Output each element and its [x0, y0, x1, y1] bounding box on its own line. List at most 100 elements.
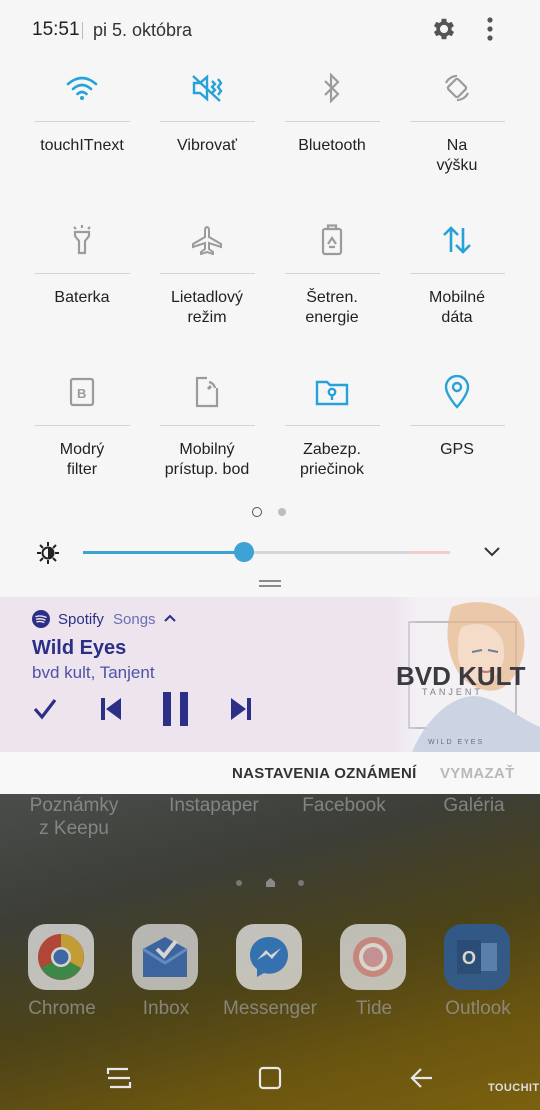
inbox-icon[interactable] — [132, 924, 198, 990]
quick-panel: 15:51 pi 5. októbra touchITnext Vibrovať B… — [0, 0, 540, 597]
media-notification[interactable]: Spotify Songs Wild Eyes bvd kult, Tanjen… — [0, 597, 540, 752]
brightness-track — [244, 551, 408, 554]
album-subtitle-text: TANJENT — [422, 687, 483, 697]
tile-divider — [160, 273, 255, 274]
svg-text:B: B — [77, 386, 86, 401]
rotation-icon — [425, 60, 489, 116]
chevron-down-icon[interactable] — [483, 546, 501, 558]
dock-app-label: Chrome — [28, 998, 96, 1019]
date: pi 5. októbra — [93, 20, 193, 40]
quick-setting-label: touchITnext — [40, 137, 124, 154]
clear-all-button[interactable]: VYMAZAŤ — [440, 765, 515, 782]
page-dot-current — [252, 507, 262, 517]
quick-setting-mobile-hotspot[interactable]: Mobilný prístup. bod — [142, 364, 272, 504]
brightness-track-warm — [408, 551, 450, 554]
home-screen-background: Poznámky z Keepu Instapaper Facebook Galéri… — [0, 794, 540, 1110]
quick-setting-label: Šetren. energie — [305, 289, 359, 326]
quick-setting-label: Na výšku — [436, 137, 478, 174]
tile-divider — [160, 425, 255, 426]
status-divider — [82, 22, 83, 39]
tile-divider — [410, 121, 505, 122]
quick-setting-gps[interactable]: GPS — [392, 364, 522, 504]
tide-icon[interactable] — [340, 924, 406, 990]
tile-divider — [285, 425, 380, 426]
drag-handle[interactable] — [259, 580, 281, 590]
dock-app-label: Inbox — [142, 998, 190, 1019]
vibrate-icon — [175, 60, 239, 116]
tile-divider — [285, 273, 380, 274]
quick-setting-label: Vibrovať — [177, 137, 237, 154]
gps-icon — [425, 364, 489, 420]
brightness-icon[interactable] — [37, 542, 59, 564]
home-app-label[interactable]: Poznámky z Keepu — [0, 794, 148, 840]
notification-settings-button[interactable]: NASTAVENIA OZNÁMENÍ — [232, 765, 417, 782]
home-app-label[interactable]: Instapaper — [140, 794, 288, 817]
dock-app-label: Messenger — [223, 998, 317, 1019]
back-icon[interactable] — [409, 1066, 433, 1090]
chrome-icon[interactable] — [28, 924, 94, 990]
home-button-icon[interactable] — [258, 1066, 282, 1090]
tile-divider — [35, 273, 130, 274]
page-dot — [236, 880, 242, 886]
quick-setting-secure-folder[interactable]: Zabezp. priečinok — [267, 364, 397, 504]
brightness-row — [0, 535, 540, 571]
quick-setting-label: Mobilné dáta — [428, 289, 486, 326]
spotify-icon — [32, 610, 50, 628]
tile-divider — [410, 425, 505, 426]
quick-setting-label: Baterka — [54, 289, 110, 306]
messenger-icon[interactable] — [236, 924, 302, 990]
quick-setting-label: Modrý filter — [59, 441, 105, 478]
mobile-data-icon — [425, 212, 489, 268]
previous-track-icon[interactable] — [99, 694, 123, 724]
power-saving-icon — [300, 212, 364, 268]
gear-icon[interactable] — [430, 15, 458, 43]
track-artist: bvd kult, Tanjent — [32, 663, 155, 682]
tile-divider — [285, 121, 380, 122]
wifi-icon — [50, 60, 114, 116]
track-title: Wild Eyes — [32, 637, 127, 659]
quick-setting-airplane[interactable]: Lietadlový režim — [142, 212, 272, 352]
more-options-icon[interactable] — [478, 15, 502, 43]
svg-text:O: O — [462, 948, 476, 968]
quick-setting-rotation[interactable]: Na výšku — [392, 60, 522, 200]
quick-setting-vibrate[interactable]: Vibrovať — [142, 60, 272, 200]
notification-actions-bar: NASTAVENIA OZNÁMENÍ VYMAZAŤ — [0, 752, 540, 794]
quick-setting-label: Mobilný prístup. bod — [164, 441, 250, 478]
quick-setting-wifi[interactable]: touchITnext — [17, 60, 147, 200]
quick-setting-label: GPS — [440, 441, 474, 458]
page-dot — [278, 508, 286, 516]
quick-setting-label: Bluetooth — [298, 137, 366, 154]
quick-setting-mobile-data[interactable]: Mobilné dáta — [392, 212, 522, 352]
home-page-icon — [266, 878, 275, 887]
quick-setting-bluetooth[interactable]: Bluetooth — [267, 60, 397, 200]
flashlight-icon — [50, 212, 114, 268]
next-track-icon[interactable] — [229, 694, 253, 724]
page-dot — [298, 880, 304, 886]
album-art: BVD KULT TANJENT WILD EYES — [392, 597, 540, 752]
tile-divider — [35, 425, 130, 426]
chevron-up-icon[interactable] — [164, 614, 176, 623]
quick-setting-flashlight[interactable]: Baterka — [17, 212, 147, 352]
outlook-icon[interactable]: O — [444, 924, 510, 990]
dock-app-label: Outlook — [445, 998, 511, 1019]
home-app-label[interactable]: Facebook — [270, 794, 418, 817]
quick-setting-blue-light-filter[interactable]: B Modrý filter — [17, 364, 147, 504]
secure-folder-icon — [300, 364, 364, 420]
airplane-icon — [175, 212, 239, 268]
status-bar: 15:51 pi 5. októbra — [0, 0, 540, 60]
brightness-slider-thumb[interactable] — [234, 542, 255, 562]
tile-divider — [160, 121, 255, 122]
notification-app-name: Spotify — [58, 611, 104, 628]
home-app-label[interactable]: Galéria — [400, 794, 540, 817]
recent-apps-icon[interactable] — [106, 1066, 132, 1090]
save-check-icon[interactable] — [33, 694, 57, 724]
quick-setting-label: Lietadlový režim — [170, 289, 244, 326]
bluetooth-icon — [300, 60, 364, 116]
tile-divider — [410, 273, 505, 274]
quick-setting-power-saving[interactable]: Šetren. energie — [267, 212, 397, 352]
pause-icon[interactable] — [160, 691, 192, 727]
brightness-track-filled — [83, 551, 245, 554]
mobile-hotspot-icon — [175, 364, 239, 420]
quick-setting-label: Zabezp. priečinok — [299, 441, 365, 478]
album-footer-text: WILD EYES — [428, 739, 484, 746]
